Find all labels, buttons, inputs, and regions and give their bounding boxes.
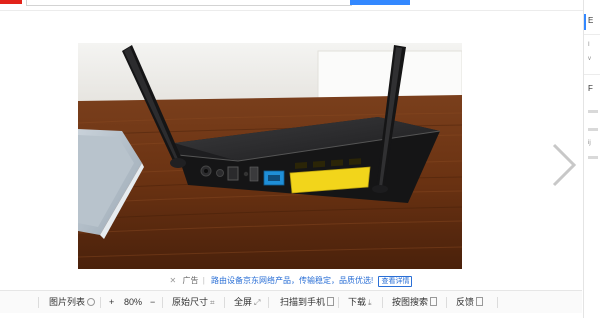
search-button[interactable] bbox=[350, 0, 410, 5]
image-list-label: 图片列表 bbox=[49, 297, 86, 307]
right-sidebar: E I v F ij bbox=[583, 0, 600, 318]
toolbar-divider bbox=[100, 297, 101, 308]
chevron-right-icon[interactable] bbox=[548, 141, 580, 189]
sidebar-text: I bbox=[588, 42, 590, 48]
download-button[interactable]: 下载 ⤓ bbox=[348, 296, 372, 309]
toolbar-divider bbox=[497, 297, 498, 308]
resize-icon: ⌗ bbox=[210, 298, 215, 307]
fullscreen-button[interactable]: 全屏 ⤢ bbox=[234, 296, 260, 309]
fullscreen-label: 全屏 bbox=[234, 297, 253, 307]
image-search-icon bbox=[430, 297, 438, 307]
ad-link[interactable]: 路由设备京东网络产品，传输稳定，品质优选! bbox=[211, 276, 373, 285]
top-search-bar bbox=[0, 0, 600, 11]
ad-separator: | bbox=[202, 276, 205, 285]
sidebar-text bbox=[588, 128, 598, 131]
ad-detail-button[interactable]: 查看详情 bbox=[378, 276, 413, 287]
feedback-icon bbox=[476, 297, 484, 307]
router-photo[interactable] bbox=[78, 43, 462, 269]
ad-label: 广告 bbox=[182, 276, 199, 285]
sidebar-tab-label[interactable]: E bbox=[588, 16, 593, 25]
scan-to-phone-label: 扫描到手机 bbox=[280, 297, 326, 307]
toolbar-divider bbox=[446, 297, 447, 308]
sidebar-text bbox=[588, 110, 598, 113]
sidebar-divider bbox=[584, 34, 600, 35]
search-by-image-button[interactable]: 按图搜索 bbox=[392, 296, 438, 309]
search-input[interactable] bbox=[26, 0, 352, 6]
logo bbox=[0, 0, 22, 4]
original-size-label: 原始尺寸 bbox=[172, 297, 209, 307]
ad-banner: ✕ 广告 | 路由设备京东网络产品，传输稳定，品质优选! 查看详情 bbox=[0, 275, 582, 287]
toolbar-divider bbox=[268, 297, 269, 308]
image-viewer: ✕ 广告 | 路由设备京东网络产品，传输稳定，品质优选! 查看详情 bbox=[0, 11, 582, 289]
sidebar-text: F bbox=[588, 84, 593, 93]
scan-to-phone-button[interactable]: 扫描到手机 bbox=[280, 296, 335, 309]
toolbar-divider bbox=[38, 297, 39, 308]
image-viewer-page: ✕ 广告 | 路由设备京东网络产品，传输稳定，品质优选! 查看详情 图片列表 +… bbox=[0, 0, 600, 318]
zoom-in-button[interactable]: + bbox=[109, 296, 114, 309]
sidebar-divider bbox=[584, 74, 600, 75]
list-circle-icon bbox=[87, 297, 96, 306]
sidebar-text: ij bbox=[588, 140, 591, 146]
sidebar-text bbox=[588, 156, 598, 159]
phone-icon bbox=[327, 297, 335, 307]
original-size-button[interactable]: 原始尺寸 ⌗ bbox=[172, 296, 215, 309]
feedback-button[interactable]: 反馈 bbox=[456, 296, 484, 309]
download-label: 下载 bbox=[348, 297, 367, 307]
toolbar-divider bbox=[224, 297, 225, 308]
fullscreen-icon: ⤢ bbox=[254, 298, 261, 307]
toolbar-divider bbox=[162, 297, 163, 308]
sidebar-tab-indicator bbox=[584, 14, 586, 30]
close-icon[interactable]: ✕ bbox=[170, 276, 177, 285]
sidebar-text: v bbox=[588, 56, 591, 62]
image-list-button[interactable]: 图片列表 bbox=[49, 296, 96, 309]
viewer-toolbar: 图片列表 + 80% − 原始尺寸 ⌗ 全屏 ⤢ 扫描到手机 下载 ⤓ 按图搜索 反馈 bbox=[0, 290, 582, 313]
feedback-label: 反馈 bbox=[456, 297, 475, 307]
zoom-out-button[interactable]: − bbox=[150, 296, 155, 309]
search-by-image-label: 按图搜索 bbox=[392, 297, 429, 307]
toolbar-divider bbox=[382, 297, 383, 308]
zoom-level: 80% bbox=[124, 297, 143, 307]
toolbar-divider bbox=[338, 297, 339, 308]
download-icon: ⤓ bbox=[368, 298, 372, 307]
